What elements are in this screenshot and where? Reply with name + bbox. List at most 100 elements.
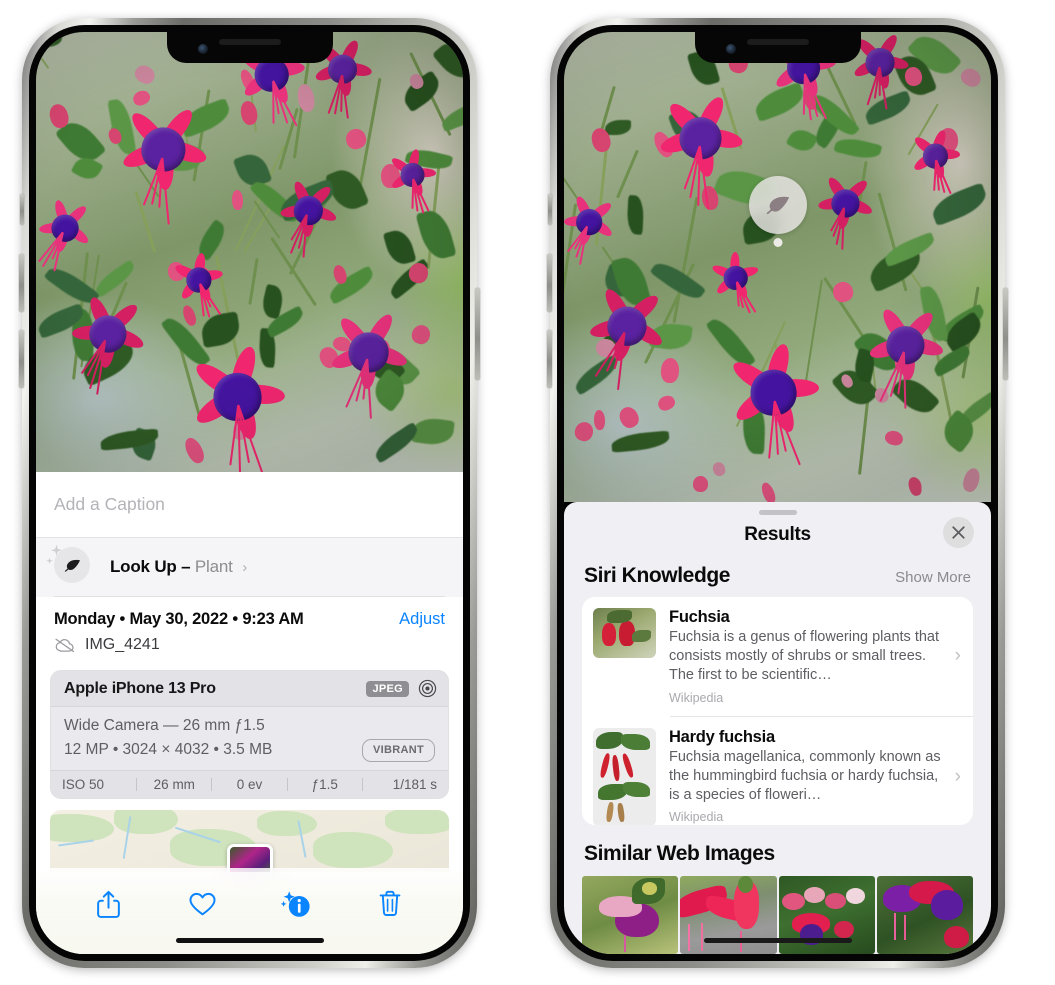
location-map-card[interactable] <box>50 810 449 873</box>
power-button-right[interactable] <box>1003 288 1008 380</box>
results-header: Results <box>564 515 991 560</box>
iphone-right: Results Siri Knowledge Show More Fuchsia… <box>547 18 1008 968</box>
flower <box>857 294 954 409</box>
notch-left <box>166 32 333 63</box>
favorite-button[interactable] <box>180 882 226 926</box>
result-description: Fuchsia is a genus of flowering plants t… <box>669 628 940 684</box>
volume-up-button-right[interactable] <box>547 254 552 312</box>
photo-filename: IMG_4241 <box>85 636 160 653</box>
result-body: Fuchsia Fuchsia is a genus of flowering … <box>656 608 953 705</box>
share-icon <box>97 890 121 918</box>
chevron-right-icon: › <box>954 645 961 667</box>
share-button[interactable] <box>86 882 132 926</box>
similar-web-images-header: Similar Web Images <box>564 825 991 872</box>
photographic-style-badge: VIBRANT <box>362 738 435 762</box>
notch-right <box>694 32 861 63</box>
mute-switch-left[interactable] <box>20 194 24 225</box>
result-thumbnail <box>593 607 656 658</box>
visual-lookup-badge[interactable] <box>749 176 807 247</box>
aperture-icon <box>418 679 437 698</box>
metadata-file-row: IMG_4241 <box>54 636 445 654</box>
info-sparkle-icon <box>281 890 310 917</box>
camera-lens-line: Wide Camera — 26 mm ƒ1.5 <box>64 717 265 734</box>
front-camera-icon <box>197 44 208 54</box>
earpiece-speaker-icon <box>746 39 809 45</box>
close-icon <box>952 526 965 539</box>
format-badge: JPEG <box>366 680 409 697</box>
volume-down-button-right[interactable] <box>547 330 552 388</box>
look-up-label-group: Look Up – Plant › <box>110 557 247 577</box>
photo-date: Monday • May 30, 2022 • 9:23 AM <box>54 610 304 628</box>
flower <box>381 142 443 214</box>
result-body: Hardy fuchsia Fuchsia magellanica, commo… <box>656 728 953 825</box>
knowledge-result-row[interactable]: Hardy fuchsia Fuchsia magellanica, commo… <box>582 717 973 825</box>
front-camera-icon <box>725 44 736 54</box>
info-button[interactable] <box>273 882 319 926</box>
delete-button[interactable] <box>367 882 413 926</box>
photo-viewer-right[interactable] <box>564 32 991 502</box>
exif-exposure: 0 ev <box>236 777 263 793</box>
iphone-left: Add a Caption Look Up – Plant › Monday •… <box>19 18 480 968</box>
knowledge-result-row[interactable]: Fuchsia Fuchsia is a genus of flowering … <box>582 597 973 716</box>
siri-knowledge-card: Fuchsia Fuchsia is a genus of flowering … <box>582 596 973 825</box>
leaf-icon-circle <box>54 547 90 583</box>
heart-icon <box>189 892 216 915</box>
photo-metadata-block: Monday • May 30, 2022 • 9:23 AM Adjust I… <box>36 597 463 661</box>
lookup-icon-group <box>46 544 94 587</box>
result-title: Fuchsia <box>669 607 730 626</box>
screenshot-root: Add a Caption Look Up – Plant › Monday •… <box>0 0 1055 985</box>
result-source: Wikipedia <box>669 810 724 825</box>
camera-header-badges: JPEG <box>366 679 437 698</box>
camera-specs-line: 12 MP • 3024 × 4032 • 3.5 MB <box>64 741 273 759</box>
results-title: Results <box>744 523 811 545</box>
close-button[interactable] <box>943 516 974 548</box>
flower <box>110 92 218 225</box>
home-indicator-right[interactable] <box>703 938 852 943</box>
show-more-button[interactable]: Show More <box>895 569 971 586</box>
leaf-icon <box>766 196 790 215</box>
look-up-subject: Plant <box>194 557 233 576</box>
mute-switch-right[interactable] <box>548 194 552 225</box>
section-title: Siri Knowledge <box>584 563 731 587</box>
flower-bud <box>692 475 708 492</box>
earpiece-speaker-icon <box>218 39 281 45</box>
leaf-icon <box>64 559 80 572</box>
look-up-plant-row[interactable]: Look Up – Plant › <box>36 538 463 596</box>
flower <box>180 336 294 472</box>
volume-down-button-left[interactable] <box>19 330 24 388</box>
chevron-right-icon: › <box>954 765 961 787</box>
siri-knowledge-header: Siri Knowledge Show More <box>564 560 991 597</box>
result-description: Fuchsia magellanica, commonly known as t… <box>669 748 941 804</box>
sparkle-small-icon <box>46 557 53 565</box>
exif-shutter: 1/181 s <box>392 777 438 793</box>
adjust-button[interactable]: Adjust <box>399 610 445 629</box>
flower-bud <box>593 409 606 431</box>
flower <box>904 123 967 196</box>
visual-lookup-block: Look Up – Plant › <box>36 538 463 597</box>
web-image-1[interactable] <box>582 876 679 954</box>
photo-viewer-left[interactable] <box>36 32 463 472</box>
exif-row: ISO 50 26 mm 0 ev ƒ1.5 1/181 s <box>51 770 448 799</box>
camera-specs-row: 12 MP • 3024 × 4032 • 3.5 MB VIBRANT <box>64 738 435 762</box>
exif-aperture: ƒ1.5 <box>311 777 338 793</box>
volume-up-button-left[interactable] <box>19 254 24 312</box>
screen-left: Add a Caption Look Up – Plant › Monday •… <box>36 32 463 954</box>
web-image-4[interactable] <box>876 876 973 954</box>
look-up-label: Look Up – <box>110 557 191 576</box>
photo-info-sheet: Add a Caption Look Up – Plant › Monday •… <box>36 472 463 954</box>
exif-focal: 26 mm <box>153 777 195 793</box>
camera-info-card[interactable]: Apple iPhone 13 Pro JPEG Wide Camera — 2… <box>50 670 449 800</box>
power-button-left[interactable] <box>475 288 480 380</box>
metadata-date-row: Monday • May 30, 2022 • 9:23 AM Adjust <box>54 610 445 629</box>
camera-model: Apple iPhone 13 Pro <box>64 679 216 697</box>
home-indicator-left[interactable] <box>175 938 324 943</box>
flower <box>319 299 419 419</box>
cloud-slash-icon <box>55 638 75 653</box>
exif-iso: ISO 50 <box>62 777 105 793</box>
trash-icon <box>379 890 401 916</box>
caption-input[interactable]: Add a Caption <box>36 472 463 538</box>
camera-header: Apple iPhone 13 Pro JPEG <box>51 671 448 707</box>
result-title: Hardy fuchsia <box>669 727 775 746</box>
results-sheet: Results Siri Knowledge Show More Fuchsia… <box>564 502 991 954</box>
screen-right: Results Siri Knowledge Show More Fuchsia… <box>564 32 991 954</box>
